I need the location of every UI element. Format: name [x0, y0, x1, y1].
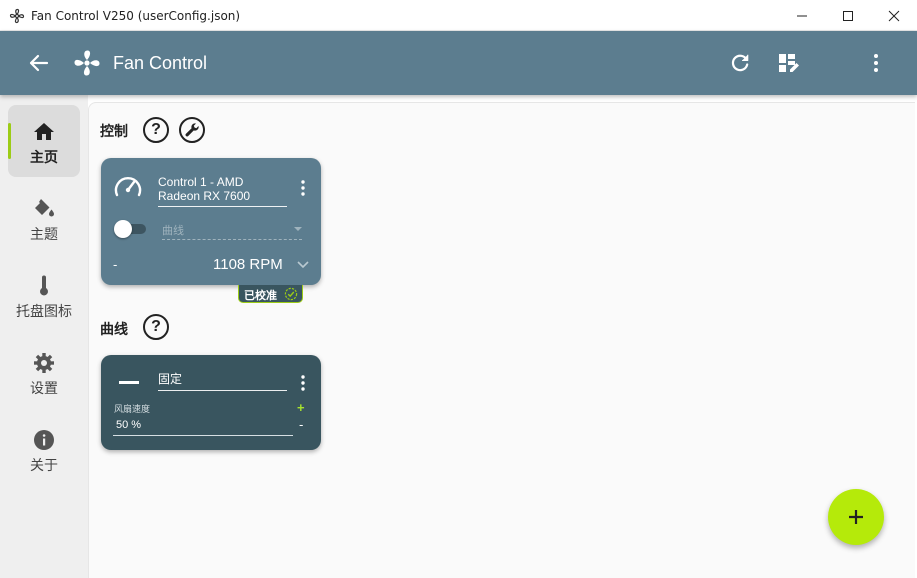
sidebar-item-settings[interactable]: 设置 [8, 336, 80, 408]
add-button[interactable] [828, 489, 884, 545]
dashboard-edit-icon[interactable] [776, 51, 802, 75]
fan-speed-label: 风扇速度 [114, 405, 151, 415]
increase-button[interactable]: + [297, 400, 305, 415]
help-icon: ? [151, 121, 161, 138]
gear-icon [34, 353, 54, 373]
controls-section-title: 控制 [100, 124, 128, 140]
controls-help-button[interactable]: ? [143, 117, 169, 143]
info-icon [34, 430, 54, 450]
app-title: Fan Control [113, 53, 208, 73]
home-icon [34, 123, 54, 140]
sidebar-item-tray-icon[interactable]: 托盘图标 [8, 259, 80, 331]
fan-speed-input[interactable]: 50 % [116, 419, 141, 431]
control-name-underline [158, 206, 287, 207]
curve-card[interactable]: 固定 风扇速度 50 % + - [101, 355, 321, 450]
calibrated-badge: 已校准 [238, 285, 303, 303]
control-rpm: 1108 RPM [213, 256, 283, 273]
help-icon: ? [151, 318, 161, 335]
plus-icon [849, 510, 863, 524]
toggle-thumb[interactable] [114, 220, 132, 238]
curve-name-underline [158, 390, 287, 391]
maximize-icon [843, 10, 853, 21]
minimize-icon [797, 15, 807, 16]
sidebar-item-home[interactable]: 主页 [8, 105, 80, 177]
paint-bucket-icon [35, 199, 54, 217]
curves-help-button[interactable]: ? [143, 314, 169, 340]
control-card[interactable]: Control 1 - AMD Radeon RX 7600 曲线 - 1108… [101, 158, 321, 285]
control-menu-icon[interactable] [300, 179, 306, 197]
minimize-button[interactable] [779, 0, 825, 31]
control-output-value: - [113, 257, 118, 272]
thermometer-icon [40, 275, 48, 296]
speedometer-icon [114, 177, 142, 197]
fan-speed-underline [113, 435, 293, 436]
fan-icon [9, 8, 25, 24]
window-title: Fan Control V250 (userConfig.json) [31, 9, 241, 23]
sidebar-item-theme[interactable]: 主题 [8, 182, 80, 254]
curves-section-title: 曲线 [100, 322, 128, 338]
close-button[interactable] [871, 0, 917, 31]
sidebar-item-label: 设置 [30, 381, 58, 397]
curve-menu-icon[interactable] [300, 374, 306, 392]
maximize-button[interactable] [825, 0, 871, 31]
calibrated-label: 已校准 [244, 289, 277, 302]
sidebar: 主页 主题 托盘图标 设置 关于 [0, 95, 88, 578]
window-titlebar: Fan Control V250 (userConfig.json) [0, 0, 917, 31]
main-content: 控制 ? Control 1 - AMD Radeon RX 7600 曲线 -… [88, 102, 915, 578]
flat-line-icon [119, 381, 139, 384]
chevron-down-icon[interactable] [296, 258, 310, 270]
fan-logo-icon [74, 50, 100, 76]
sidebar-item-about[interactable]: 关于 [8, 413, 80, 485]
close-icon [888, 10, 900, 21]
dropdown-arrow-icon [294, 227, 302, 231]
back-arrow-icon[interactable] [26, 51, 52, 75]
decrease-button[interactable]: - [299, 417, 303, 432]
control-name[interactable]: Control 1 - AMD Radeon RX 7600 [158, 175, 288, 203]
curve-select[interactable]: 曲线 [162, 220, 302, 240]
sidebar-item-label: 关于 [30, 458, 58, 474]
controls-settings-button[interactable] [179, 117, 205, 143]
sidebar-item-label: 主页 [30, 150, 58, 166]
refresh-icon[interactable] [728, 51, 752, 75]
sidebar-item-label: 托盘图标 [16, 304, 72, 320]
curve-name[interactable]: 固定 [158, 372, 288, 386]
more-vert-icon[interactable] [864, 51, 888, 75]
check-circle-icon [284, 287, 298, 301]
curve-select-value: 曲线 [162, 224, 184, 237]
sidebar-item-label: 主题 [30, 227, 58, 243]
wrench-icon [185, 123, 199, 137]
app-bar: Fan Control [0, 31, 917, 95]
